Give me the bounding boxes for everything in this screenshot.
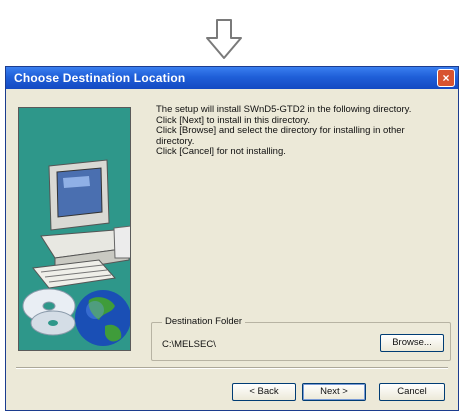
cancel-button[interactable]: Cancel [379,383,445,401]
dialog-title: Choose Destination Location [14,71,186,85]
separator [16,367,448,369]
cd-discs-icon [22,288,76,336]
instruction-line: Click [Cancel] for not installing. [156,146,286,157]
instruction-line: Click [Browse] and select the directory … [156,125,405,147]
back-button[interactable]: < Back [232,383,296,401]
title-bar[interactable]: Choose Destination Location × [6,67,458,89]
destination-folder-label: Destination Folder [162,316,246,327]
close-button[interactable]: × [437,69,455,87]
destination-folder-group: Destination Folder C:\MELSEC\ Browse... [151,316,451,361]
destination-path: C:\MELSEC\ [162,339,216,350]
browse-button[interactable]: Browse... [380,334,444,352]
down-arrow-icon [206,19,242,59]
setup-illustration [18,107,131,351]
close-icon: × [442,71,450,85]
next-button[interactable]: Next > [302,383,366,401]
instruction-line: The setup will install SWnD5-GTD2 in the… [156,104,412,115]
instruction-text: The setup will install SWnD5-GTD2 in the… [156,104,446,158]
computer-icon [32,159,130,289]
setup-dialog: Choose Destination Location × The setup … [5,66,459,411]
globe-icon [75,290,130,346]
